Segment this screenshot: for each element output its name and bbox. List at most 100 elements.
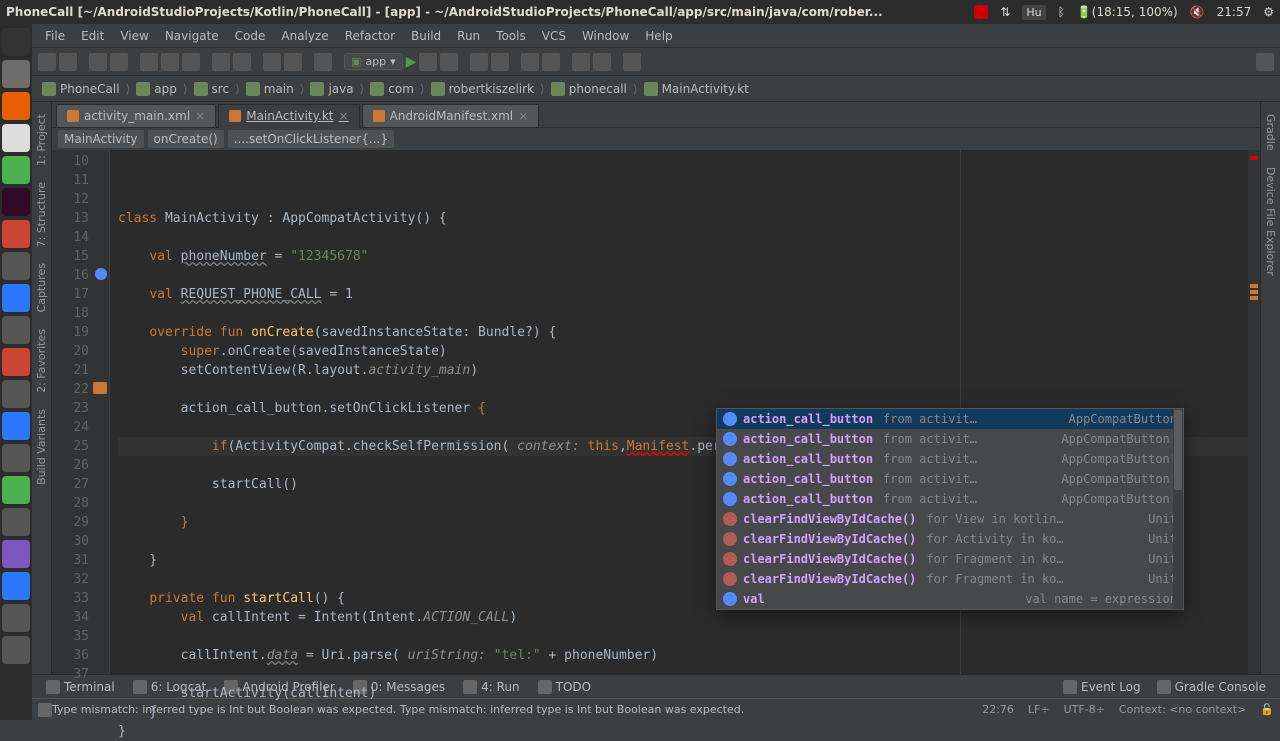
code-line[interactable]: setContentView(R.layout.activity_main) [118, 361, 1248, 380]
line-number[interactable]: 28 [52, 494, 109, 513]
line-number[interactable]: 25 [52, 437, 109, 456]
keyboard-lang[interactable]: Hu [1022, 5, 1045, 20]
line-number[interactable]: 16 [52, 266, 109, 285]
search-everywhere-icon[interactable] [1256, 53, 1274, 71]
line-number[interactable]: 36 [52, 646, 109, 665]
code-line[interactable] [118, 380, 1248, 399]
autocomplete-item[interactable]: action_call_buttonfrom activit…AppCompat… [717, 429, 1183, 449]
autocomplete-item[interactable]: clearFindViewByIdCache()for View in kotl… [717, 509, 1183, 529]
files-icon[interactable] [2, 60, 30, 88]
sdk-icon[interactable] [542, 53, 560, 71]
tool-window-buildvariants[interactable]: Build Variants [35, 405, 48, 489]
app-icon[interactable] [2, 252, 30, 280]
error-stripe[interactable] [1248, 150, 1260, 674]
breadcrumb-item[interactable]: com [366, 82, 418, 96]
app-icon[interactable] [2, 316, 30, 344]
code-line[interactable]: val callIntent = Intent(Intent.ACTION_CA… [118, 608, 1248, 627]
close-icon[interactable]: × [339, 109, 349, 123]
chrome-icon[interactable] [2, 124, 30, 152]
code-crumb[interactable]: MainActivity [58, 130, 144, 148]
redo-icon[interactable] [110, 53, 128, 71]
tool-window-structure[interactable]: 7: Structure [35, 178, 48, 251]
app-icon[interactable] [2, 604, 30, 632]
line-number[interactable]: 21 [52, 361, 109, 380]
line-number[interactable]: 31 [52, 551, 109, 570]
autocomplete-item[interactable]: action_call_buttonfrom activit…AppCompat… [717, 449, 1183, 469]
code-line[interactable]: super.onCreate(savedInstanceState) [118, 342, 1248, 361]
app-icon[interactable] [2, 284, 30, 312]
code-line[interactable]: } [118, 722, 1248, 741]
menu-view[interactable]: View [113, 27, 155, 45]
file-tab[interactable]: MainActivity.kt × [218, 104, 359, 128]
breadcrumb-item[interactable]: MainActivity.kt [640, 82, 753, 96]
autocomplete-item[interactable]: action_call_buttonfrom activit…AppCompat… [717, 469, 1183, 489]
menu-window[interactable]: Window [575, 27, 636, 45]
code-line[interactable] [118, 228, 1248, 247]
app-icon[interactable] [2, 476, 30, 504]
breadcrumb-item[interactable]: main [242, 82, 298, 96]
menu-refactor[interactable]: Refactor [338, 27, 402, 45]
sound-icon[interactable]: 🔇 [1190, 5, 1205, 19]
close-icon[interactable]: × [518, 109, 528, 123]
file-tab[interactable]: AndroidManifest.xml × [362, 104, 540, 127]
app-icon[interactable] [2, 444, 30, 472]
stop-icon[interactable] [491, 53, 509, 71]
code-line[interactable]: class MainActivity : AppCompatActivity()… [118, 209, 1248, 228]
code-line[interactable] [118, 627, 1248, 646]
gutter[interactable]: 1011121314151617181920212223242526272829… [52, 150, 110, 674]
line-number[interactable]: 30 [52, 532, 109, 551]
menu-help[interactable]: Help [638, 27, 679, 45]
autocomplete-item[interactable]: clearFindViewByIdCache()for Fragment in … [717, 569, 1183, 589]
line-number[interactable]: 18 [52, 304, 109, 323]
dash-icon[interactable] [2, 28, 30, 56]
line-number[interactable]: 27 [52, 475, 109, 494]
menu-build[interactable]: Build [404, 27, 448, 45]
file-tab[interactable]: activity_main.xml × [56, 104, 216, 127]
code-line[interactable]: val REQUEST_PHONE_CALL = 1 [118, 285, 1248, 304]
close-icon[interactable]: × [195, 109, 205, 123]
line-number[interactable]: 35 [52, 627, 109, 646]
line-number[interactable]: 32 [52, 570, 109, 589]
clock[interactable]: 21:57 [1217, 5, 1252, 19]
help-icon[interactable] [623, 53, 641, 71]
code-line[interactable]: } [118, 703, 1248, 722]
app-icon[interactable] [2, 220, 30, 248]
code-line[interactable]: callIntent.data = Uri.parse( uriString: … [118, 646, 1248, 665]
forward-icon[interactable] [284, 53, 302, 71]
breadcrumb-item[interactable]: java [306, 82, 357, 96]
make-icon[interactable] [314, 53, 332, 71]
cut-icon[interactable] [140, 53, 158, 71]
app-icon[interactable] [2, 540, 30, 568]
sync-icon[interactable] [572, 53, 590, 71]
menu-run[interactable]: Run [450, 27, 487, 45]
menu-navigate[interactable]: Navigate [158, 27, 226, 45]
code-line[interactable]: override fun onCreate(savedInstanceState… [118, 323, 1248, 342]
code-line[interactable] [118, 665, 1248, 684]
warn-icon[interactable] [93, 382, 107, 394]
line-number[interactable]: 22 [52, 380, 109, 399]
network-icon[interactable]: ⇅ [1000, 5, 1010, 19]
autocomplete-item[interactable]: clearFindViewByIdCache()for Fragment in … [717, 549, 1183, 569]
breadcrumb-item[interactable]: robertkiszelirk [427, 82, 538, 96]
trash-icon[interactable] [2, 636, 30, 664]
run-button[interactable]: ▶ [406, 54, 417, 70]
debug-icon[interactable] [419, 53, 437, 71]
avd-icon[interactable] [521, 53, 539, 71]
open-icon[interactable] [38, 53, 56, 71]
tool-window-project[interactable]: 1: Project [35, 110, 48, 170]
line-number[interactable]: 17 [52, 285, 109, 304]
code-crumb[interactable]: onCreate() [148, 130, 224, 148]
code-line[interactable] [118, 266, 1248, 285]
app-icon[interactable] [2, 412, 30, 440]
find-icon[interactable] [212, 53, 230, 71]
android-studio-icon[interactable] [2, 156, 30, 184]
tool-window-gradle[interactable]: Gradle [1264, 110, 1277, 155]
autocomplete-popup[interactable]: action_call_buttonfrom activit…AppCompat… [716, 408, 1184, 610]
line-number[interactable]: 12 [52, 190, 109, 209]
attach-icon[interactable] [470, 53, 488, 71]
profile-icon[interactable] [440, 53, 458, 71]
tool-window-favorites[interactable]: 2: Favorites [35, 325, 48, 397]
line-number[interactable]: 11 [52, 171, 109, 190]
breadcrumb-item[interactable]: src [190, 82, 234, 96]
terminal-icon[interactable] [2, 188, 30, 216]
